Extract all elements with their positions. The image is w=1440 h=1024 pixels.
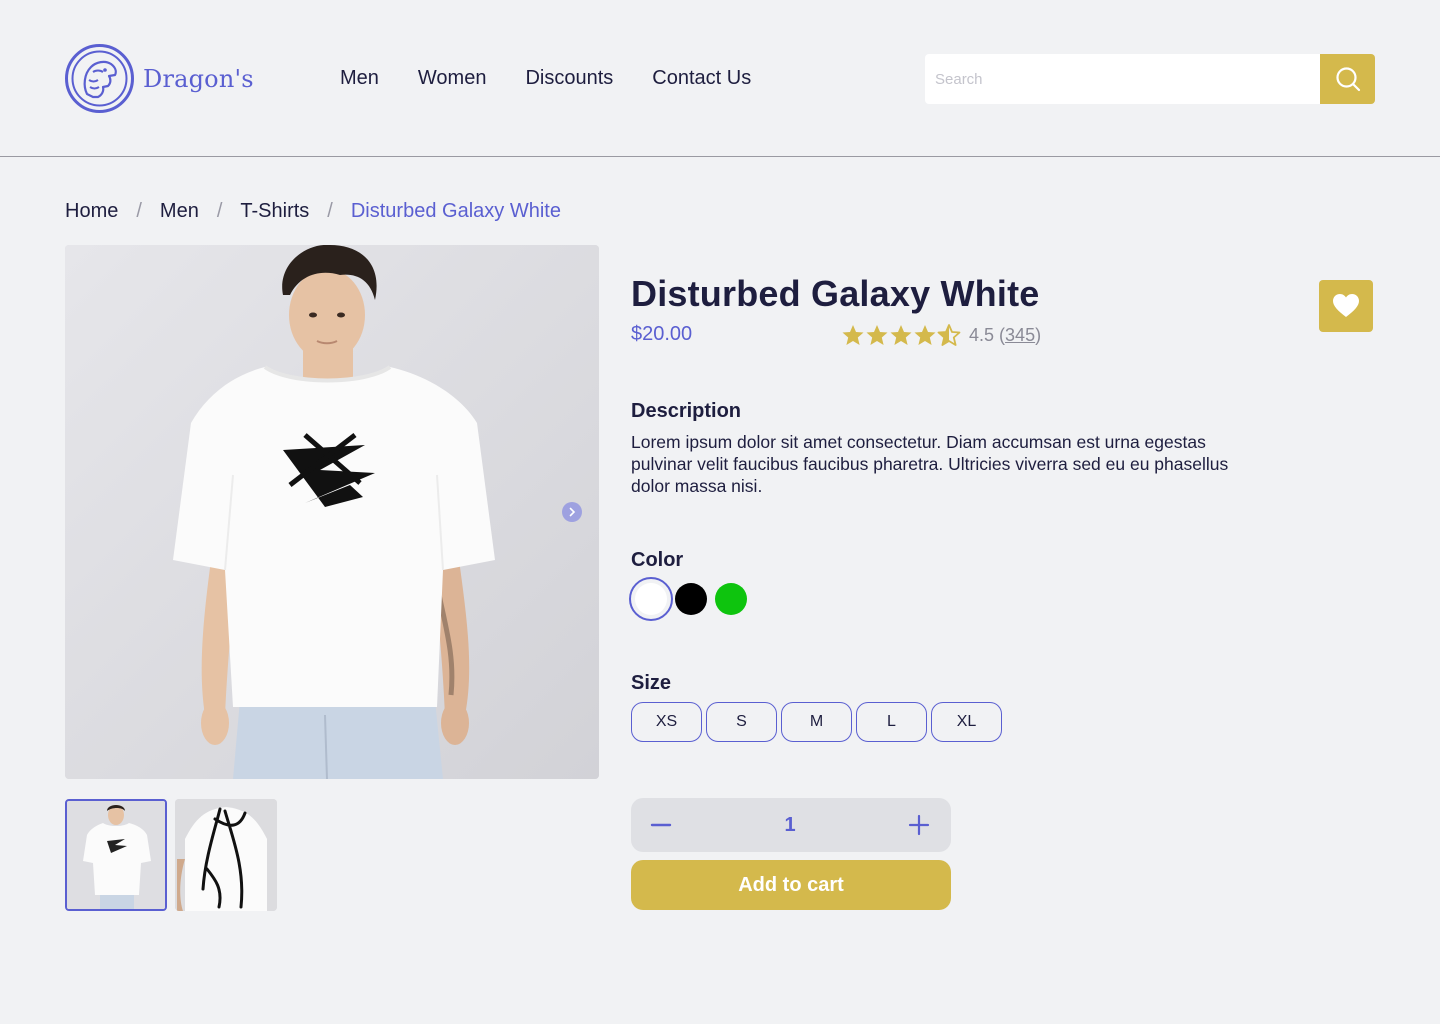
rating-count-link[interactable]: 345 — [1005, 325, 1035, 346]
star-icon — [842, 325, 864, 345]
search-input[interactable] — [925, 54, 1320, 104]
color-swatch-black[interactable] — [669, 577, 713, 621]
search-bar — [925, 54, 1375, 104]
nav-item-men[interactable]: Men — [340, 66, 379, 90]
rating-value: 4.5 — [969, 324, 995, 345]
description-text: Lorem ipsum dolor sit amet consectetur. … — [631, 432, 1229, 496]
breadcrumb-separator: / — [327, 200, 333, 222]
favorite-button[interactable] — [1319, 280, 1373, 332]
breadcrumb-home[interactable]: Home — [65, 200, 118, 223]
size-option-l[interactable]: L — [856, 702, 927, 742]
rating-close-paren: ) — [1035, 324, 1042, 345]
size-option-m[interactable]: M — [781, 702, 852, 742]
color-swatch-green[interactable] — [709, 577, 753, 621]
thumbnail-back[interactable] — [175, 799, 277, 911]
color-heading: Color — [631, 549, 684, 571]
swatch-fill-black — [675, 583, 707, 615]
size-heading: Size — [631, 672, 672, 694]
swatch-fill-green — [715, 583, 747, 615]
size-option-xs[interactable]: XS — [631, 702, 702, 742]
size-option-s[interactable]: S — [706, 702, 777, 742]
size-options: XS S M L XL — [631, 702, 1006, 742]
heart-icon — [1333, 294, 1359, 317]
search-button[interactable] — [1320, 54, 1375, 104]
color-swatches — [629, 577, 749, 621]
quantity-value: 1 — [784, 813, 796, 836]
site-header: Dragon's Men Women Discounts Contact Us — [0, 0, 1440, 157]
description-heading: Description — [631, 400, 742, 422]
color-swatch-white[interactable] — [629, 577, 673, 621]
brand-name: Dragon's — [143, 64, 254, 93]
minus-icon — [650, 823, 672, 827]
model-tshirt-photo — [65, 245, 599, 779]
nav-item-contact-us[interactable]: Contact Us — [652, 66, 751, 90]
product-main-image — [65, 245, 599, 779]
product-title: Disturbed Galaxy White — [631, 273, 1040, 314]
star-icon — [890, 325, 912, 345]
dragon-logo-icon — [65, 44, 134, 113]
next-image-button[interactable] — [562, 502, 582, 522]
chevron-right-icon — [569, 507, 576, 517]
thumbnail-back-image — [175, 799, 277, 911]
search-icon — [1335, 67, 1360, 92]
add-to-cart-button[interactable]: Add to cart — [631, 860, 951, 910]
star-icon — [866, 325, 888, 345]
swatch-fill-white — [635, 583, 667, 615]
product-rating: 4.5 (345) — [841, 324, 1041, 346]
breadcrumb-t-shirts[interactable]: T-Shirts — [240, 200, 309, 223]
product-price: $20.00 — [631, 323, 693, 345]
nav-item-women[interactable]: Women — [418, 66, 487, 90]
increase-quantity-button[interactable] — [907, 813, 931, 837]
breadcrumb-separator: / — [136, 200, 142, 222]
thumbnail-front[interactable] — [65, 799, 167, 911]
breadcrumb-current: Disturbed Galaxy White — [350, 200, 561, 222]
star-half-icon — [937, 324, 961, 346]
thumbnail-front-image — [67, 801, 165, 909]
nav-item-discounts[interactable]: Discounts — [525, 66, 613, 90]
main-nav: Men Women Discounts Contact Us — [340, 66, 790, 90]
quantity-stepper: 1 — [631, 798, 951, 852]
plus-icon — [908, 814, 930, 836]
rating-stars — [841, 324, 961, 346]
thumbnail-strip — [65, 799, 285, 911]
brand-logo[interactable]: Dragon's — [65, 44, 254, 113]
breadcrumb-men[interactable]: Men — [160, 200, 199, 223]
breadcrumb: Home / Men / T-Shirts / Disturbed Galaxy… — [65, 200, 561, 223]
breadcrumb-separator: / — [216, 200, 223, 222]
size-option-xl[interactable]: XL — [931, 702, 1002, 742]
star-icon — [914, 325, 936, 345]
decrease-quantity-button[interactable] — [649, 813, 673, 837]
